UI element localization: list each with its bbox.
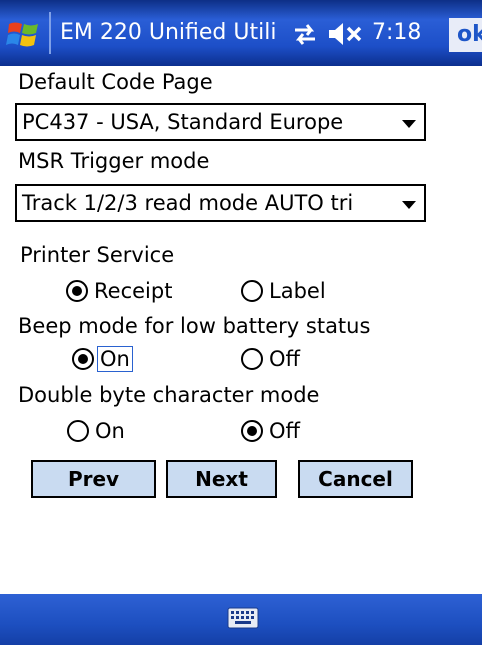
radio-button[interactable] xyxy=(66,280,88,302)
radio-double-byte-off-label: Off xyxy=(269,419,300,443)
radio-double-byte-on-label: On xyxy=(95,419,125,443)
radio-beep-on-label: On xyxy=(97,346,133,372)
radio-selected-dot xyxy=(78,354,88,364)
radio-receipt[interactable]: Receipt xyxy=(66,279,172,303)
radio-button[interactable] xyxy=(241,348,263,370)
msr-trigger-value: Track 1/2/3 read mode AUTO tri xyxy=(22,191,354,215)
chevron-down-icon[interactable] xyxy=(402,120,416,128)
double-byte-label: Double byte character mode xyxy=(18,383,320,407)
ok-button[interactable]: ok xyxy=(449,18,482,52)
title-separator xyxy=(49,12,51,54)
radio-label-option[interactable]: Label xyxy=(241,279,326,303)
radio-button[interactable] xyxy=(241,420,263,442)
radio-button[interactable] xyxy=(72,348,94,370)
radio-double-byte-on[interactable]: On xyxy=(67,419,125,443)
beep-mode-label: Beep mode for low battery status xyxy=(18,314,371,338)
radio-beep-off[interactable]: Off xyxy=(241,347,300,371)
radio-label-option-label: Label xyxy=(269,279,326,303)
connectivity-icon[interactable] xyxy=(291,20,319,48)
chevron-down-icon[interactable] xyxy=(402,201,416,209)
code-page-select[interactable]: PC437 - USA, Standard Europe xyxy=(15,103,426,141)
printer-service-label: Printer Service xyxy=(20,243,175,267)
radio-beep-off-label: Off xyxy=(269,347,300,371)
bottom-menu-bar xyxy=(0,594,482,645)
radio-beep-on[interactable]: On xyxy=(72,346,133,372)
cancel-button[interactable]: Cancel xyxy=(298,460,413,498)
radio-double-byte-off[interactable]: Off xyxy=(241,419,300,443)
radio-selected-dot xyxy=(72,286,82,296)
windows-start-icon[interactable] xyxy=(6,18,42,52)
radio-receipt-label: Receipt xyxy=(94,279,173,303)
window-title: EM 220 Unified Utili xyxy=(60,20,277,45)
msr-trigger-select[interactable]: Track 1/2/3 read mode AUTO tri xyxy=(15,184,426,222)
keyboard-icon[interactable] xyxy=(227,606,259,630)
prev-button[interactable]: Prev xyxy=(31,460,156,498)
msr-trigger-label: MSR Trigger mode xyxy=(18,149,210,173)
radio-selected-dot xyxy=(247,426,257,436)
code-page-label: Default Code Page xyxy=(18,70,213,94)
clock[interactable]: 7:18 xyxy=(372,20,421,45)
radio-button[interactable] xyxy=(67,420,89,442)
radio-button[interactable] xyxy=(241,280,263,302)
title-bar: EM 220 Unified Utili 7:18 ok xyxy=(0,0,482,66)
next-button[interactable]: Next xyxy=(166,460,277,498)
code-page-value: PC437 - USA, Standard Europe xyxy=(22,110,344,134)
speaker-muted-icon[interactable] xyxy=(326,20,366,48)
